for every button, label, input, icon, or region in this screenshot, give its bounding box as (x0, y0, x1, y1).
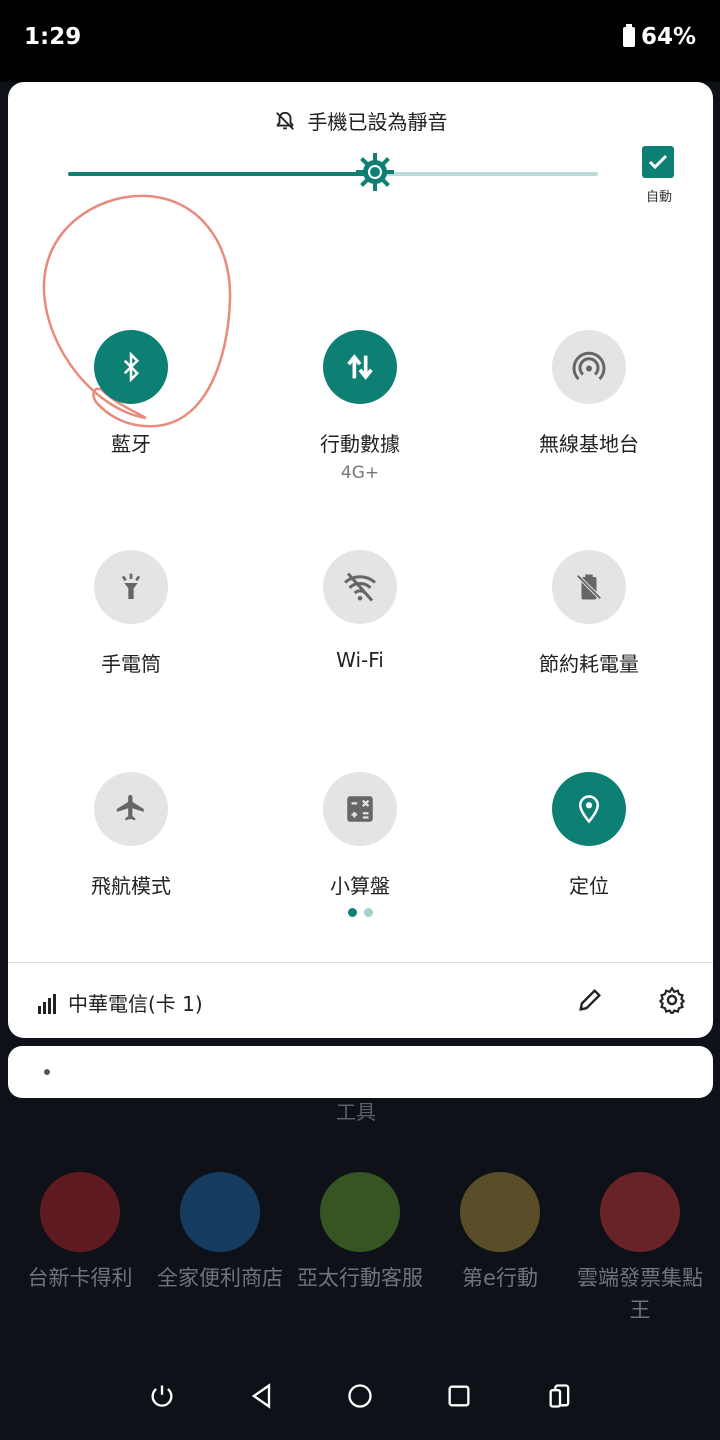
app-label: 第e行動 (462, 1266, 538, 1290)
clock: 1:29 (24, 24, 82, 50)
tile-toggle[interactable] (323, 550, 397, 624)
page-indicator (8, 908, 713, 917)
tile-label: 定位 (569, 874, 609, 898)
tile-mobile-data[interactable]: 行動數據 4G+ (245, 330, 475, 483)
app-icon (180, 1172, 260, 1252)
app-label: 雲端發票集點王 (577, 1266, 703, 1322)
tile-flashlight[interactable]: 手電筒 (16, 550, 246, 677)
tile-label: 節約耗電量 (539, 652, 639, 676)
carrier-info: 中華電信(卡 1) (38, 988, 203, 1017)
app-icon (600, 1172, 680, 1252)
tile-calculator[interactable]: 小算盤 (245, 772, 475, 899)
tile-label: 行動數據 (320, 432, 400, 456)
brightness-slider[interactable] (68, 153, 598, 191)
home-app[interactable]: 全家便利商店 (150, 1172, 290, 1294)
app-label: 全家便利商店 (157, 1266, 283, 1290)
recents-icon[interactable] (445, 1382, 473, 1410)
tile-location[interactable]: 定位 (474, 772, 704, 899)
tile-toggle[interactable] (94, 550, 168, 624)
mobile-data-icon (343, 350, 377, 384)
battery-indicator: 64% (622, 24, 696, 50)
signal-icon (38, 993, 56, 1014)
quick-settings-panel: 手機已設為靜音 自動 藍牙 行動數據 4G+ 無線基地台 手電筒 Wi-Fi 節… (8, 82, 713, 1038)
home-folder-label: 工具 (336, 1100, 376, 1124)
tile-toggle[interactable] (323, 330, 397, 404)
calculator-icon (343, 792, 377, 826)
tile-label: 手電筒 (101, 652, 161, 676)
tile-hotspot[interactable]: 無線基地台 (474, 330, 704, 457)
auto-brightness-checkbox[interactable] (642, 146, 674, 178)
location-icon (574, 792, 604, 826)
tile-wifi-off[interactable]: Wi-Fi (245, 550, 475, 672)
tile-toggle[interactable] (323, 772, 397, 846)
tile-toggle[interactable] (94, 772, 168, 846)
app-label: 台新卡得利 (27, 1266, 133, 1290)
battery-saver-icon (574, 570, 604, 604)
bluetooth-icon (116, 352, 146, 382)
tile-toggle[interactable] (552, 772, 626, 846)
app-icon (460, 1172, 540, 1252)
tile-label: 藍牙 (111, 432, 151, 456)
tile-label: 飛航模式 (91, 874, 171, 898)
home-app[interactable]: 雲端發票集點王 (570, 1172, 710, 1326)
brightness-thumb-icon[interactable] (356, 153, 395, 191)
check-icon (648, 154, 668, 170)
silent-mode-banner[interactable]: 手機已設為靜音 (8, 106, 713, 135)
navigation-bar (0, 1370, 720, 1426)
tile-label: 無線基地台 (539, 432, 639, 456)
power-icon[interactable] (148, 1382, 176, 1410)
auto-brightness-label: 自動 (645, 190, 672, 205)
notification-card[interactable] (8, 1046, 713, 1098)
tile-bluetooth[interactable]: 藍牙 (16, 330, 246, 457)
status-bar: 1:29 64% (0, 0, 720, 82)
notification-dot (44, 1069, 50, 1075)
page-dot (364, 908, 373, 917)
tile-label: Wi-Fi (336, 648, 384, 672)
brightness-fill (68, 172, 376, 176)
hotspot-icon (571, 349, 607, 385)
page-dot-active (348, 908, 357, 917)
tile-toggle[interactable] (94, 330, 168, 404)
app-label: 亞太行動客服 (297, 1266, 423, 1290)
airplane-icon (114, 792, 148, 826)
tile-airplane[interactable]: 飛航模式 (16, 772, 246, 899)
tile-battery-saver[interactable]: 節約耗電量 (474, 550, 704, 677)
home-app[interactable]: 第e行動 (430, 1172, 570, 1294)
home-icon[interactable] (346, 1382, 374, 1410)
tile-toggle[interactable] (552, 550, 626, 624)
tile-sublabel: 4G+ (340, 463, 380, 483)
auto-brightness-toggle[interactable]: 自動 (642, 146, 676, 205)
app-icon (40, 1172, 120, 1252)
dual-screen-icon[interactable] (546, 1382, 574, 1410)
app-icon (320, 1172, 400, 1252)
silent-mode-text: 手機已設為靜音 (307, 110, 448, 134)
battery-percent: 64% (640, 24, 696, 50)
tile-toggle[interactable] (552, 330, 626, 404)
divider (8, 962, 713, 963)
gear-icon (658, 986, 686, 1016)
home-app[interactable]: 台新卡得利 (10, 1172, 150, 1294)
flashlight-icon (115, 571, 147, 603)
battery-icon (622, 24, 635, 47)
wifi-off-icon (342, 569, 378, 605)
settings-button[interactable] (658, 986, 686, 1018)
home-app[interactable]: 亞太行動客服 (290, 1172, 430, 1294)
pencil-icon (579, 989, 601, 1011)
edit-tiles-button[interactable] (576, 986, 604, 1018)
back-icon[interactable] (248, 1382, 276, 1410)
bell-off-icon (275, 111, 294, 130)
carrier-name: 中華電信(卡 1) (68, 992, 203, 1016)
tile-label: 小算盤 (330, 874, 390, 898)
